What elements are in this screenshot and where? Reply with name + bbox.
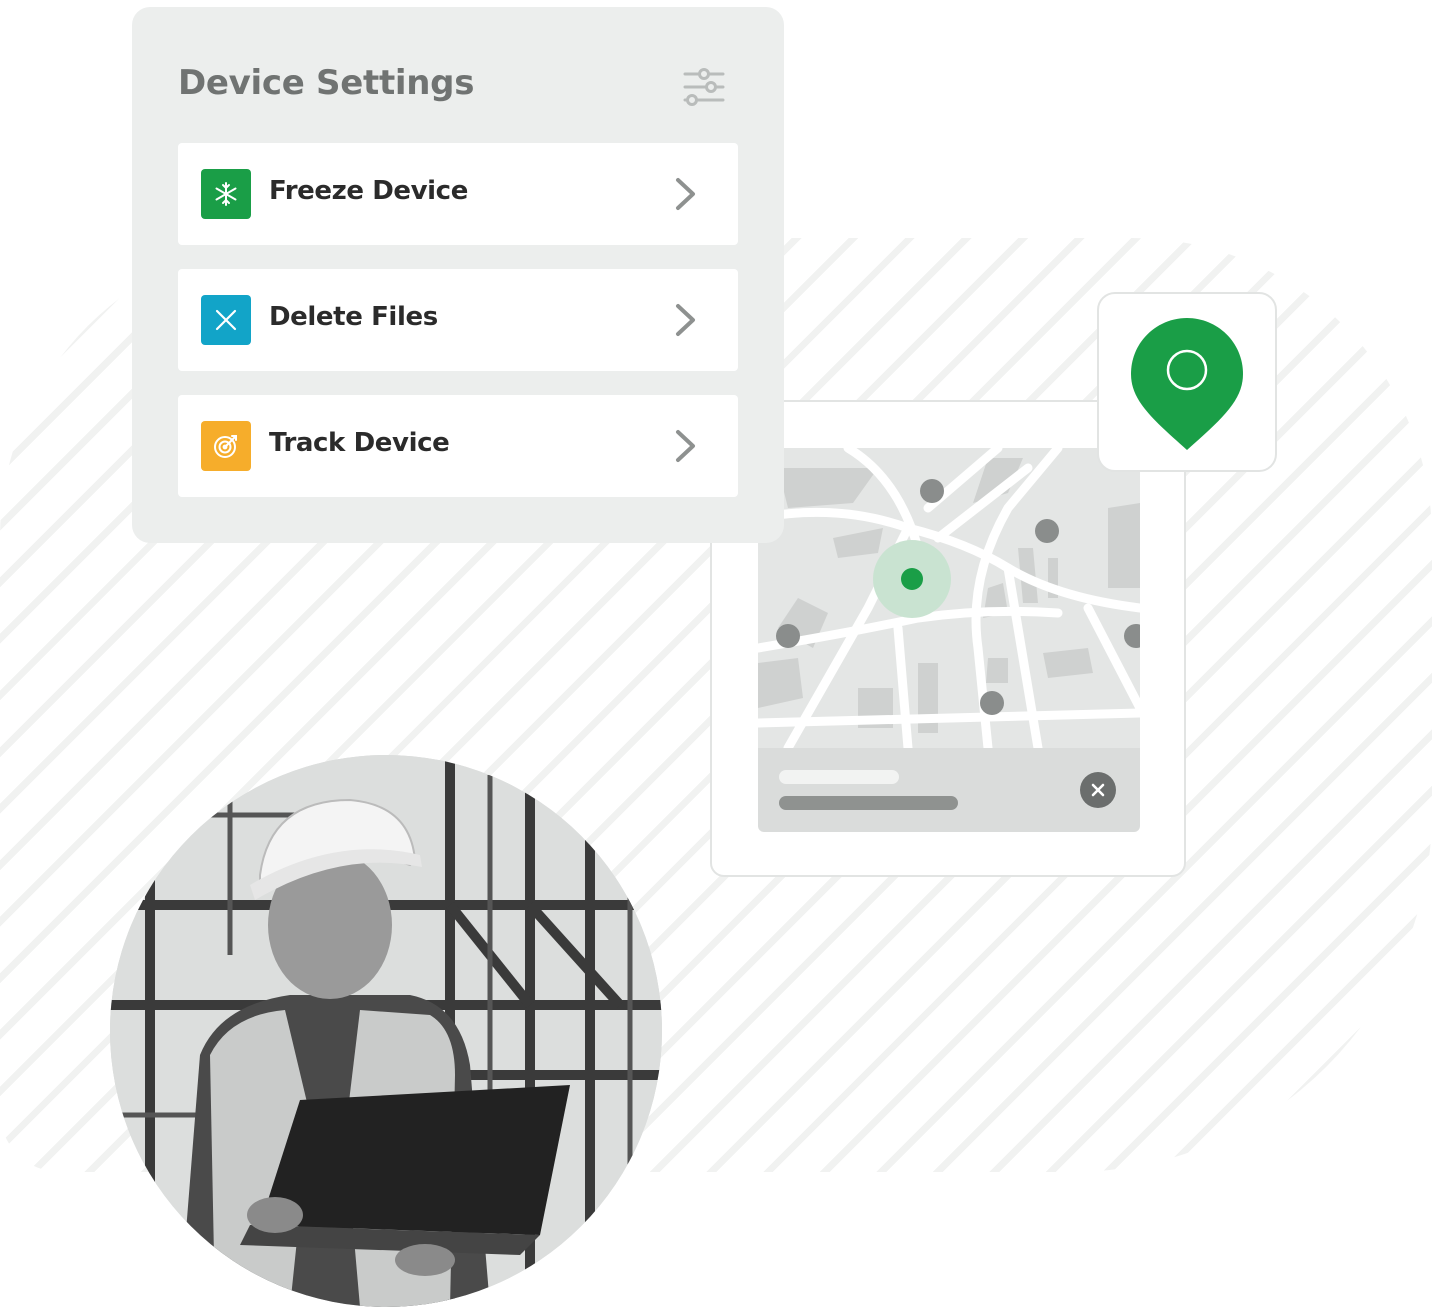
chevron-right-icon [676, 178, 695, 210]
worker-illustration [110, 755, 662, 1307]
sliders-icon[interactable] [683, 67, 725, 107]
placeholder-line-subtitle [779, 796, 958, 810]
x-icon [201, 295, 251, 345]
street-map [758, 448, 1140, 748]
chevron-right-icon [676, 304, 695, 336]
target-icon [201, 421, 251, 471]
location-info-bar [758, 748, 1140, 832]
delete-files-option[interactable]: Delete Files [178, 269, 738, 371]
panel-title: Device Settings [178, 63, 475, 103]
device-settings-panel: Device Settings Freeze Device Delete Fil… [132, 7, 784, 543]
option-label: Freeze Device [269, 176, 468, 206]
freeze-device-option[interactable]: Freeze Device [178, 143, 738, 245]
track-device-option[interactable]: Track Device [178, 395, 738, 497]
chevron-right-icon [676, 430, 695, 462]
close-button[interactable] [1080, 772, 1116, 808]
option-label: Track Device [269, 428, 450, 458]
worker-photo [110, 755, 662, 1307]
close-icon [1091, 783, 1105, 797]
snowflake-icon [201, 169, 251, 219]
map-view[interactable] [758, 448, 1140, 748]
option-label: Delete Files [269, 302, 438, 332]
pin-card [1097, 292, 1277, 472]
current-location-dot [901, 568, 923, 590]
map-pin-icon [1131, 318, 1243, 450]
placeholder-line-title [779, 770, 899, 784]
